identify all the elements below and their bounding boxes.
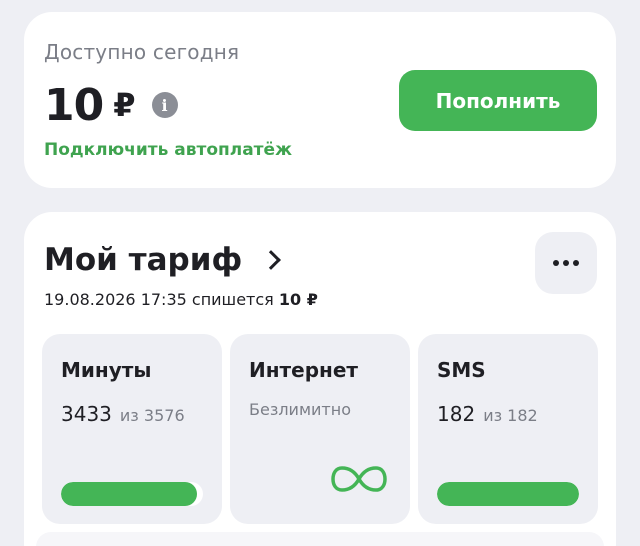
tariff-card: Мой тариф 19.08.2026 17:35 спишется 10 ₽… (24, 212, 616, 546)
balance-amount: 10 (44, 79, 104, 131)
tile-minutes[interactable]: Минуты 3433 из 3576 (42, 334, 222, 524)
minutes-total: из 3576 (119, 406, 185, 425)
infinity-icon (331, 466, 387, 492)
more-dots-icon (553, 260, 559, 266)
info-icon[interactable]: i (151, 92, 178, 118)
minutes-progress-bar (61, 482, 203, 506)
tile-title: Интернет (249, 358, 359, 382)
tariff-tiles: Минуты 3433 из 3576 Интернет Безлимитно … (42, 334, 598, 524)
sms-remaining: 182 (437, 402, 476, 426)
internet-unlimited: Безлимитно (249, 400, 351, 419)
tariff-title-link[interactable]: Мой тариф (44, 238, 282, 282)
tile-title: Минуты (61, 358, 152, 382)
chevron-right-icon (261, 250, 282, 270)
charge-info: 19.08.2026 17:35 спишется 10 ₽ (44, 290, 318, 309)
sms-progress-bar (437, 482, 579, 506)
tile-internet[interactable]: Интернет Безлимитно (230, 334, 410, 524)
next-card (36, 532, 604, 546)
sms-progress-fill (437, 482, 579, 506)
tile-title: SMS (437, 358, 486, 382)
balance-row: 10 ₽ i (44, 79, 178, 131)
tile-sms[interactable]: SMS 182 из 182 (418, 334, 598, 524)
balance-card: Доступно сегодня 10 ₽ i Пополнить Подклю… (24, 12, 616, 188)
charge-date-text: 19.08.2026 17:35 спишется (44, 290, 274, 309)
balance-currency: ₽ (113, 86, 136, 124)
balance-label: Доступно сегодня (44, 40, 240, 64)
sms-total: из 182 (483, 406, 538, 425)
minutes-remaining: 3433 (61, 402, 112, 426)
tariff-title: Мой тариф (44, 242, 243, 278)
charge-amount: 10 ₽ (278, 290, 318, 309)
minutes-progress-fill (61, 482, 198, 506)
autopay-link[interactable]: Подключить автоплатёж (44, 140, 292, 160)
topup-button[interactable]: Пополнить (399, 70, 597, 131)
more-options-button[interactable] (535, 232, 597, 294)
